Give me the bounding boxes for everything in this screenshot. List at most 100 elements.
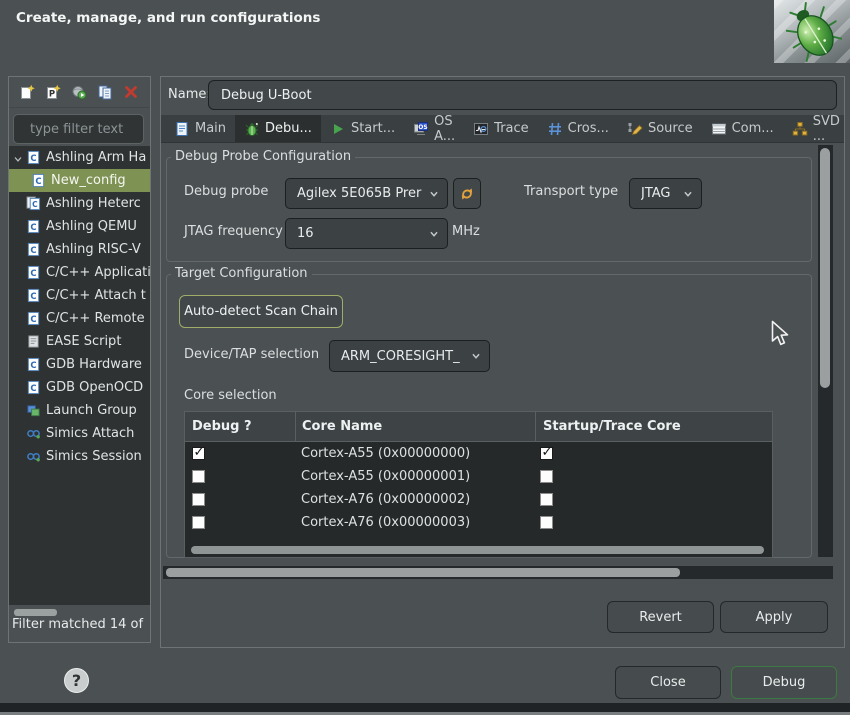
core-row[interactable]: Cortex-A55 (0x00000001) — [185, 465, 772, 488]
tree-item-label: Simics Attach — [46, 426, 134, 441]
autodetect-scan-chain-button[interactable]: Auto-detect Scan Chain — [179, 295, 343, 328]
tree-item-ashling-arm-ha[interactable]: CAshling Arm Ha — [9, 146, 150, 169]
page-title: Create, manage, and run configurations — [16, 10, 320, 26]
twisty-spacer — [12, 243, 26, 257]
tree-item-ashling-risc-v[interactable]: CAshling RISC-V — [9, 238, 150, 261]
new-config-icon — [19, 84, 35, 100]
tree-item-simics-session[interactable]: Simics Session — [9, 445, 150, 468]
apply-button[interactable]: Apply — [720, 601, 828, 633]
configuration-tree: CAshling Arm HaCNew_configCAshling Heter… — [9, 146, 150, 605]
name-label: Name: — [168, 87, 211, 102]
bug-logo-icon — [786, 2, 842, 62]
startup-trace-checkbox[interactable] — [540, 516, 553, 529]
new-prototype-icon: P — [45, 84, 61, 100]
tree-item-simics-attach[interactable]: Simics Attach — [9, 422, 150, 445]
tree-item-c-c-applicati[interactable]: CC/C++ Applicati — [9, 261, 150, 284]
debug-checkbox[interactable] — [192, 470, 205, 483]
tree-item-new-config[interactable]: CNew_config — [9, 169, 150, 192]
tab-svd[interactable]: SVD ... — [783, 115, 849, 142]
revert-button[interactable]: Revert — [607, 601, 714, 633]
content-vscroll-thumb[interactable] — [820, 148, 830, 388]
c-config-icon: C — [26, 150, 42, 166]
twisty-spacer — [12, 450, 26, 464]
delete-button[interactable] — [122, 83, 140, 101]
content-hscroll-thumb[interactable] — [166, 568, 680, 577]
table-body: Cortex-A55 (0x00000000)Cortex-A55 (0x000… — [185, 442, 772, 534]
transport-type-select[interactable]: JTAG — [629, 178, 702, 209]
tab-trace[interactable]: Trace — [464, 115, 538, 142]
core-row[interactable]: Cortex-A76 (0x00000003) — [185, 511, 772, 534]
export-launch-button[interactable] — [70, 83, 88, 101]
tab-os-a[interactable]: OSOS A... — [404, 115, 464, 142]
twisty-spacer — [12, 358, 26, 372]
tab-main[interactable]: Main — [165, 115, 235, 142]
debug-probe-label: Debug probe — [184, 182, 268, 202]
tree-item-ashling-heterc[interactable]: CAshling Heterc — [9, 192, 150, 215]
tree-item-c-c-remote[interactable]: CC/C++ Remote — [9, 307, 150, 330]
c-config-icon: C — [26, 242, 42, 258]
new-prototype-button[interactable]: P — [44, 83, 62, 101]
startup-trace-checkbox[interactable] — [540, 493, 553, 506]
device-tap-value: ARM_CORESIGHT_ — [341, 349, 469, 364]
tree-item-launch-group[interactable]: Launch Group — [9, 399, 150, 422]
tree-item-label: Ashling QEMU — [46, 219, 137, 234]
table-hscroll-thumb[interactable] — [191, 546, 764, 554]
simics-icon — [26, 449, 42, 465]
group-title: Target Configuration — [171, 266, 312, 281]
c-config-icon: C — [26, 265, 42, 281]
debug-checkbox[interactable] — [192, 493, 205, 506]
filter-input[interactable] — [13, 114, 144, 144]
debug-checkbox[interactable] — [192, 447, 205, 460]
tree-item-gdb-openocd[interactable]: CGDB OpenOCD — [9, 376, 150, 399]
content-vscroll-track[interactable] — [818, 145, 833, 557]
core-selection-label: Core selection — [184, 386, 277, 406]
tab-cros[interactable]: Cros... — [538, 115, 618, 142]
wizard-banner — [774, 0, 850, 63]
tab-source[interactable]: Source — [618, 115, 702, 142]
tab-com[interactable]: Com... — [702, 115, 783, 142]
svg-text:C: C — [30, 267, 36, 277]
tree-item-label: Simics Session — [46, 449, 142, 464]
play-icon — [330, 121, 346, 137]
c-config-icon: C — [26, 219, 42, 235]
tree-item-label: New_config — [51, 173, 126, 188]
duplicate-button[interactable] — [96, 83, 114, 101]
device-tap-select[interactable]: ARM_CORESIGHT_ — [329, 340, 490, 372]
content-hscroll-track[interactable] — [163, 566, 833, 579]
device-tap-label: Device/TAP selection — [184, 345, 319, 365]
tree-item-ashling-qemu[interactable]: C Ashling QEMU — [9, 215, 150, 238]
expand-arrow-icon[interactable] — [12, 151, 26, 165]
core-row[interactable]: Cortex-A76 (0x00000002) — [185, 488, 772, 511]
help-button[interactable]: ? — [64, 668, 89, 693]
tree-item-ease-script[interactable]: EASE Script — [9, 330, 150, 353]
transport-type-value: JTAG — [641, 186, 681, 201]
close-button[interactable]: Close — [615, 666, 721, 699]
debug-checkbox[interactable] — [192, 516, 205, 529]
tree-hscroll-thumb[interactable] — [14, 609, 57, 616]
tree-item-label: C/C++ Remote — [46, 311, 145, 326]
tab-start[interactable]: Start... — [321, 115, 404, 142]
mhz-unit-label: MHz — [452, 222, 480, 242]
tree-item-c-c-attach-t[interactable]: CC/C++ Attach t — [9, 284, 150, 307]
name-input[interactable] — [208, 80, 837, 110]
jtag-frequency-select[interactable]: 16 — [285, 218, 448, 249]
chevron-down-icon — [681, 187, 695, 201]
debug-button[interactable]: Debug — [731, 666, 837, 699]
tab-label: Trace — [494, 121, 529, 136]
target-configuration-group: Target Configuration Auto-detect Scan Ch… — [166, 274, 812, 558]
source-icon — [627, 121, 643, 137]
os-awareness-icon: OS — [413, 121, 429, 137]
column-header-core-name: Core Name — [295, 412, 535, 441]
tree-item-gdb-hardware[interactable]: CGDB Hardware — [9, 353, 150, 376]
group-title: Debug Probe Configuration — [171, 149, 355, 164]
refresh-probes-button[interactable] — [453, 178, 481, 209]
core-row[interactable]: Cortex-A55 (0x00000000) — [185, 442, 772, 465]
startup-trace-checkbox[interactable] — [540, 447, 553, 460]
startup-trace-checkbox[interactable] — [540, 470, 553, 483]
new-configuration-button[interactable] — [18, 83, 36, 101]
tab-debu[interactable]: Debu... — [235, 115, 321, 142]
tab-label: Main — [195, 121, 226, 136]
core-name: Cortex-A76 (0x00000002) — [301, 492, 470, 507]
svg-text:P: P — [49, 90, 55, 100]
debug-probe-select[interactable]: Agilex 5E065B Prer — [285, 178, 448, 209]
